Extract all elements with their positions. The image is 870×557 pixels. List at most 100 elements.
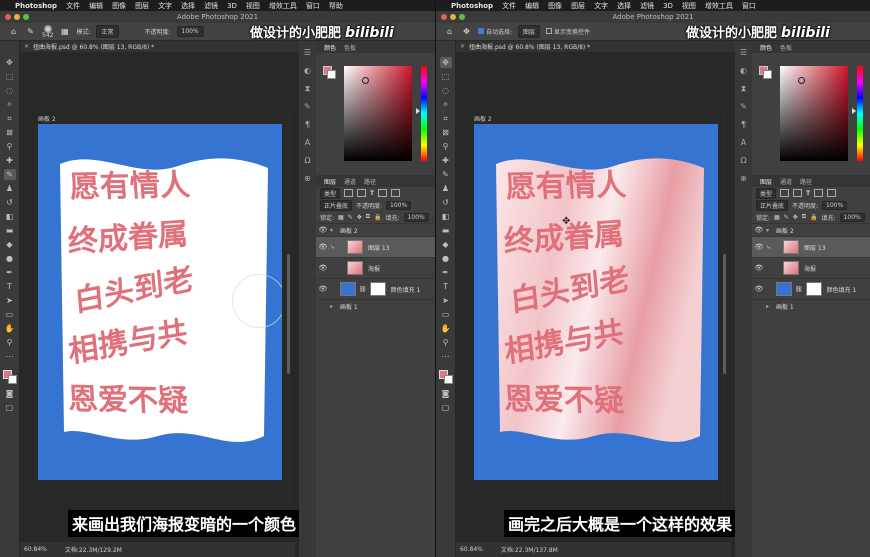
menu-3d[interactable]: 3D (663, 2, 673, 10)
quick-select-tool-icon[interactable]: ✧ (440, 99, 452, 110)
background-color[interactable] (7, 375, 17, 384)
artboard[interactable]: 愿有情人 终成眷属 白头到老 相携与共 恩爱不疑 ✥ (474, 124, 718, 480)
background-color[interactable] (443, 375, 453, 384)
hand-tool-icon[interactable]: ✋ (4, 323, 16, 334)
visibility-eye-icon[interactable]: 👁 (316, 226, 330, 234)
lock-pixels-icon[interactable]: ▦ (774, 214, 780, 221)
history-brush-icon[interactable]: ↺ (440, 197, 452, 208)
more-tools-icon[interactable]: ⋯ (440, 351, 452, 362)
layer-row-poster[interactable]: 👁 海报 (752, 257, 870, 278)
mode-dropdown[interactable]: 正常 (96, 25, 119, 38)
document-tab[interactable]: ✕ 扭曲海报.psd @ 60.8% (图层 13, RGB/8) * (456, 41, 736, 52)
type-tool-icon[interactable]: T (440, 281, 452, 292)
scrollbar-thumb[interactable] (723, 254, 726, 374)
type-tool-icon[interactable]: T (4, 281, 16, 292)
canvas-scrollbar[interactable] (286, 112, 291, 532)
eraser-tool-icon[interactable]: ◧ (440, 211, 452, 222)
tab-swatches[interactable]: 色板 (780, 43, 792, 52)
lock-brush-icon[interactable]: ✎ (784, 214, 789, 221)
chevron-down-icon[interactable]: ▾ (766, 227, 774, 234)
canvas-scrollbar[interactable] (722, 112, 727, 532)
filter-shape-icon[interactable] (378, 189, 388, 197)
healing-tool-icon[interactable]: ✚ (4, 155, 16, 166)
canvas-area[interactable]: 画板 2 愿有情人 终成眷属 白头到老 相携与共 恩爱不疑 ✥ (456, 52, 736, 540)
menu-filter[interactable]: 滤镜 (204, 1, 218, 11)
healing-tool-icon[interactable]: ✚ (440, 155, 452, 166)
zoom-level[interactable]: 60.84% (24, 546, 47, 553)
dodge-tool-icon[interactable]: ● (440, 253, 452, 264)
shape-tool-icon[interactable]: ▭ (440, 309, 452, 320)
path-select-icon[interactable]: ➤ (4, 295, 16, 306)
quick-select-tool-icon[interactable]: ✧ (4, 99, 16, 110)
show-transform-checkbox[interactable] (546, 28, 553, 34)
close-tab-icon[interactable]: ✕ (24, 43, 29, 50)
chevron-right-icon[interactable]: ▸ (330, 303, 338, 310)
menu-select[interactable]: 选择 (617, 1, 631, 11)
menu-filter[interactable]: 滤镜 (640, 1, 654, 11)
tab-channels[interactable]: 通道 (780, 177, 792, 186)
layer-opacity-input[interactable]: 100% (386, 200, 412, 210)
chevron-down-icon[interactable]: ▾ (330, 227, 338, 234)
tab-color[interactable]: 颜色 (760, 43, 772, 52)
menu-app-name[interactable]: Photoshop (15, 2, 57, 10)
menu-layer[interactable]: 图层 (571, 1, 585, 11)
visibility-eye-icon[interactable]: 👁 (316, 243, 330, 251)
layer-row-artboard-2[interactable]: 👁 ▾ 画板 2 (752, 223, 870, 236)
crop-tool-icon[interactable]: ⌗ (440, 113, 452, 124)
frame-tool-icon[interactable]: ⊠ (440, 127, 452, 138)
eraser-tool-icon[interactable]: ◧ (4, 211, 16, 222)
tab-paths[interactable]: 路径 (364, 177, 376, 186)
history-brush-icon[interactable]: ↺ (4, 197, 16, 208)
filter-type-icon[interactable]: T (806, 190, 810, 197)
document-tab[interactable]: ✕ 扭曲海报.psd @ 60.8% (图层 13, RGB/8) * (20, 41, 300, 52)
zoom-window-button[interactable] (23, 14, 29, 20)
crop-tool-icon[interactable]: ⌗ (4, 113, 16, 124)
auto-select-checkbox[interactable] (478, 28, 484, 34)
zoom-level[interactable]: 60.84% (460, 546, 483, 553)
visibility-eye-icon[interactable]: 👁 (316, 264, 330, 272)
shape-tool-icon[interactable]: ▭ (4, 309, 16, 320)
tab-layers[interactable]: 图层 (760, 177, 772, 186)
hue-slider-arrow[interactable] (416, 108, 420, 114)
character-icon[interactable]: A (302, 137, 314, 148)
visibility-eye-icon[interactable]: 👁 (752, 264, 766, 272)
filter-adjust-icon[interactable] (793, 189, 803, 197)
tab-channels[interactable]: 通道 (344, 177, 356, 186)
panel-background-swatch[interactable] (327, 70, 336, 79)
tab-swatches[interactable]: 色板 (344, 43, 356, 52)
menu-view[interactable]: 视图 (246, 1, 260, 11)
glyphs-icon[interactable]: Ω (738, 155, 750, 166)
menu-help[interactable]: 帮助 (329, 1, 343, 11)
auto-select-dropdown[interactable]: 图层 (518, 25, 541, 38)
menu-layer[interactable]: 图层 (135, 1, 149, 11)
move-tool-icon[interactable]: ✥ (439, 57, 452, 68)
home-icon[interactable]: ⌂ (444, 26, 455, 37)
blur-tool-icon[interactable]: ◆ (440, 239, 452, 250)
minimize-window-button[interactable] (14, 14, 20, 20)
menu-type[interactable]: 文字 (158, 1, 172, 11)
gradient-tool-icon[interactable]: ▬ (440, 225, 452, 236)
marquee-tool-icon[interactable]: ⬚ (4, 71, 16, 82)
lock-pixels-icon[interactable]: ▦ (338, 214, 344, 221)
lasso-tool-icon[interactable]: ◌ (440, 85, 452, 96)
menu-type[interactable]: 文字 (594, 1, 608, 11)
filter-shape-icon[interactable] (814, 189, 824, 197)
color-swatches[interactable] (438, 369, 454, 385)
layer-row-poster[interactable]: 👁 海报 (316, 257, 435, 278)
history-icon[interactable]: ⧗ (738, 83, 750, 94)
brush-preset-picker[interactable]: 542 (42, 24, 53, 39)
lock-brush-icon[interactable]: ✎ (348, 214, 353, 221)
adjustments-icon[interactable]: ◐ (302, 65, 314, 76)
document-size[interactable]: 文档:22.3M/137.8M (501, 545, 558, 554)
visibility-eye-icon[interactable]: 👁 (316, 285, 330, 293)
panel-background-swatch[interactable] (763, 70, 772, 79)
menu-view[interactable]: 视图 (682, 1, 696, 11)
move-tool-icon[interactable]: ✥ (461, 26, 472, 37)
zoom-tool-icon[interactable]: ⚲ (4, 337, 16, 348)
brush-tool-icon[interactable]: ✎ (3, 169, 16, 180)
layer-filter-dropdown[interactable]: 类型 (320, 187, 341, 199)
color-picker-field[interactable] (780, 66, 848, 161)
menu-plugins[interactable]: 增效工具 (705, 1, 733, 11)
quick-mask-icon[interactable]: ◙ (440, 388, 452, 399)
move-tool-icon[interactable]: ✥ (4, 57, 16, 68)
